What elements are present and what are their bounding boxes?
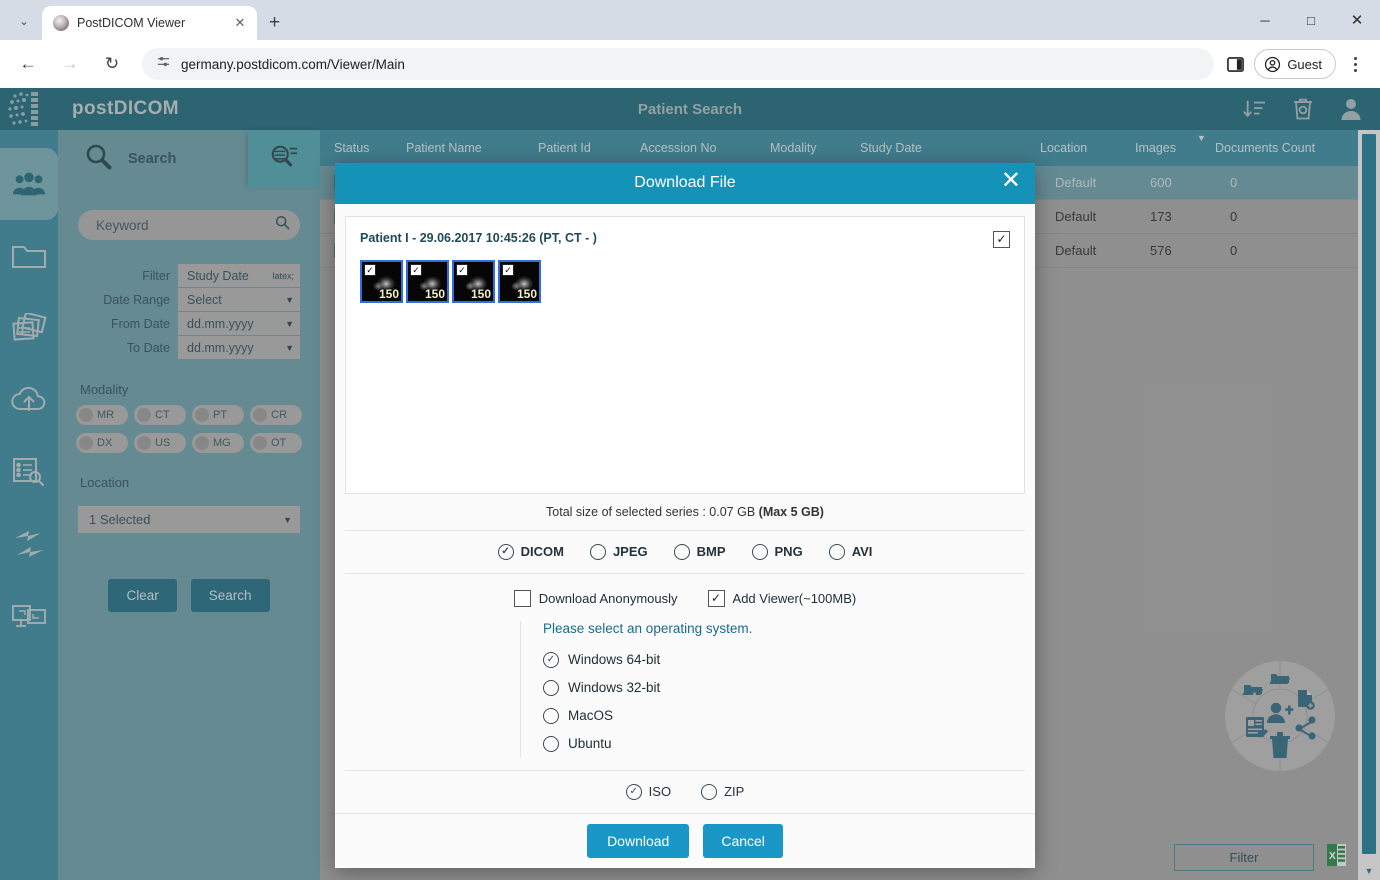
- window-maximize-button[interactable]: □: [1288, 0, 1334, 40]
- tab-close-icon[interactable]: ✕: [231, 15, 249, 31]
- format-option-avi[interactable]: AVI: [829, 544, 873, 560]
- profile-button[interactable]: Guest: [1254, 49, 1336, 79]
- total-size-text: Total size of selected series : 0.07 GB: [546, 505, 755, 519]
- browser-menu-button[interactable]: [1342, 57, 1368, 72]
- format-label: BMP: [697, 544, 726, 559]
- radio-selected-icon: ✓: [543, 652, 559, 668]
- series-header: Patient I - 29.06.2017 10:45:26 (PT, CT …: [360, 231, 1010, 248]
- reload-button[interactable]: ↻: [96, 48, 128, 80]
- radio-icon: [674, 544, 690, 560]
- os-label: Ubuntu: [568, 736, 612, 751]
- format-label: AVI: [852, 544, 873, 559]
- tab-favicon-icon: [53, 15, 69, 31]
- window-close-button[interactable]: ✕: [1334, 0, 1380, 40]
- format-label: JPEG: [613, 544, 648, 559]
- thumbnail-image-count: 150: [379, 287, 399, 301]
- thumbnail-checkbox[interactable]: ✓: [502, 264, 514, 276]
- total-size-max: (Max 5 GB): [759, 505, 824, 519]
- browser-tab[interactable]: PostDICOM Viewer ✕: [42, 6, 257, 40]
- series-label: Patient I - 29.06.2017 10:45:26 (PT, CT …: [360, 231, 597, 245]
- series-thumbnail[interactable]: ✓ 150: [406, 260, 449, 303]
- series-thumbnail-list: ✓ 150 ✓ 150 ✓ 150 ✓ 150: [360, 260, 1010, 303]
- checkbox-unchecked-icon: [514, 590, 531, 607]
- address-bar[interactable]: germany.postdicom.com/Viewer/Main: [142, 48, 1214, 80]
- radio-icon: [543, 708, 559, 724]
- profile-label: Guest: [1287, 57, 1322, 72]
- download-button[interactable]: Download: [587, 824, 689, 858]
- download-file-dialog: Download File ✕ Patient I - 29.06.2017 1…: [335, 163, 1035, 868]
- radio-icon: [829, 544, 845, 560]
- add-viewer-option[interactable]: ✓ Add Viewer(~100MB): [708, 590, 857, 607]
- radio-selected-icon: ✓: [626, 784, 642, 800]
- checkbox-checked-icon: ✓: [708, 590, 725, 607]
- address-bar-url: germany.postdicom.com/Viewer/Main: [181, 57, 405, 72]
- operating-system-block: Please select an operating system. ✓ Win…: [345, 607, 1025, 758]
- radio-icon: [590, 544, 606, 560]
- dialog-body: Patient I - 29.06.2017 10:45:26 (PT, CT …: [335, 204, 1035, 813]
- format-label: PNG: [775, 544, 803, 559]
- site-settings-icon[interactable]: [156, 54, 171, 74]
- format-option-png[interactable]: PNG: [752, 544, 803, 560]
- toolbar-right-group: Guest: [1222, 49, 1372, 79]
- thumbnail-checkbox[interactable]: ✓: [364, 264, 376, 276]
- format-option-dicom[interactable]: ✓ DICOM: [498, 544, 564, 560]
- os-option-ubuntu[interactable]: Ubuntu: [543, 730, 850, 758]
- dialog-header: Download File ✕: [335, 163, 1035, 204]
- thumbnail-checkbox[interactable]: ✓: [410, 264, 422, 276]
- download-options-row: Download Anonymously ✓ Add Viewer(~100MB…: [345, 574, 1025, 607]
- radio-icon: [543, 736, 559, 752]
- download-anonymously-option[interactable]: Download Anonymously: [514, 590, 678, 607]
- series-thumbnail[interactable]: ✓ 150: [498, 260, 541, 303]
- packaging-option-iso[interactable]: ✓ ISO: [626, 784, 671, 800]
- series-thumbnail[interactable]: ✓ 150: [452, 260, 495, 303]
- side-panel-icon[interactable]: [1222, 51, 1248, 77]
- packaging-label: ISO: [649, 784, 671, 799]
- format-radio-group: ✓ DICOM JPEG BMP PNG AVI: [345, 531, 1025, 574]
- os-label: MacOS: [568, 708, 613, 723]
- os-label: Windows 32-bit: [568, 680, 660, 695]
- radio-icon: [752, 544, 768, 560]
- radio-selected-icon: ✓: [498, 544, 514, 560]
- browser-toolbar: ← → ↻ germany.postdicom.com/Viewer/Main …: [0, 40, 1380, 88]
- back-button[interactable]: ←: [12, 48, 44, 80]
- os-prompt: Please select an operating system.: [543, 621, 850, 646]
- thumbnail-image-count: 150: [517, 287, 537, 301]
- packaging-label: ZIP: [724, 784, 744, 799]
- os-option-windows-32[interactable]: Windows 32-bit: [543, 674, 850, 702]
- thumbnail-image-count: 150: [425, 287, 445, 301]
- cancel-button[interactable]: Cancel: [703, 824, 783, 858]
- download-anonymously-label: Download Anonymously: [539, 591, 678, 606]
- tab-title: PostDICOM Viewer: [77, 16, 223, 30]
- dialog-footer: Download Cancel: [335, 813, 1035, 868]
- select-all-series-checkbox[interactable]: ✓: [993, 231, 1010, 248]
- radio-icon: [543, 680, 559, 696]
- close-icon[interactable]: ✕: [1001, 169, 1021, 193]
- packaging-option-zip[interactable]: ZIP: [701, 784, 744, 800]
- os-option-windows-64[interactable]: ✓ Windows 64-bit: [543, 646, 850, 674]
- format-label: DICOM: [521, 544, 564, 559]
- dialog-title: Download File: [634, 174, 735, 192]
- format-option-bmp[interactable]: BMP: [674, 544, 726, 560]
- tab-search-chevron-icon[interactable]: ⌄: [10, 7, 38, 35]
- packaging-radio-group: ✓ ISO ZIP: [345, 770, 1025, 813]
- new-tab-button[interactable]: +: [269, 12, 280, 34]
- series-thumbnail[interactable]: ✓ 150: [360, 260, 403, 303]
- thumbnail-checkbox[interactable]: ✓: [456, 264, 468, 276]
- thumbnail-image-count: 150: [471, 287, 491, 301]
- window-controls: ─ □ ✕: [1242, 0, 1380, 40]
- series-selection-panel: Patient I - 29.06.2017 10:45:26 (PT, CT …: [345, 216, 1025, 494]
- total-size-label: Total size of selected series : 0.07 GB …: [345, 494, 1025, 531]
- window-minimize-button[interactable]: ─: [1242, 0, 1288, 40]
- format-option-jpeg[interactable]: JPEG: [590, 544, 648, 560]
- os-option-macos[interactable]: MacOS: [543, 702, 850, 730]
- forward-button[interactable]: →: [54, 48, 86, 80]
- radio-icon: [701, 784, 717, 800]
- tab-strip: ⌄ PostDICOM Viewer ✕ + ─ □ ✕: [0, 0, 1380, 40]
- add-viewer-label: Add Viewer(~100MB): [733, 591, 857, 606]
- os-label: Windows 64-bit: [568, 652, 660, 667]
